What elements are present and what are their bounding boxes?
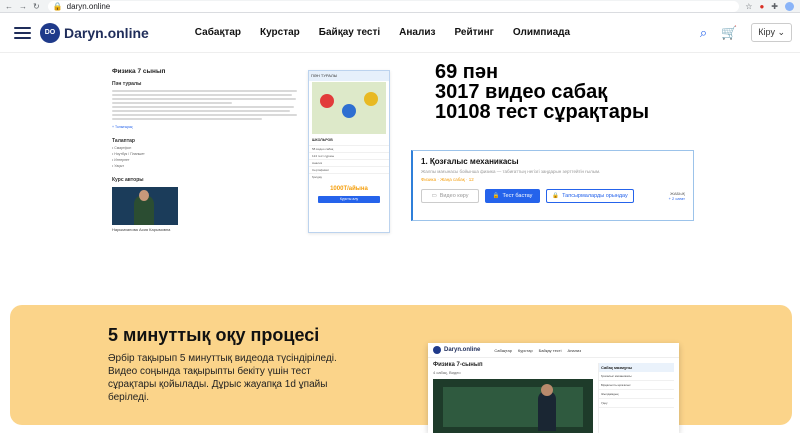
- browser-nav: ← → ↻: [0, 2, 40, 11]
- cart-icon[interactable]: 🛒: [721, 25, 737, 41]
- puzzle-icon[interactable]: ✚: [771, 2, 778, 11]
- login-button[interactable]: Кіру ⌄: [751, 23, 792, 42]
- nav-item-olympiad[interactable]: Олимпиада: [513, 27, 570, 38]
- shot-menu-item: Сабақтар: [494, 347, 512, 353]
- card-header: ПӘН ТУРАЛЫ: [309, 71, 389, 81]
- card-feature: Анализ: [309, 159, 389, 166]
- stats-block: 69 пән 3017 видео сабақ 10108 тест сұрақ…: [435, 62, 649, 122]
- url-text: daryn.online: [66, 1, 111, 11]
- card-image: [312, 82, 386, 134]
- browser-extensions: ☆ ● ✚: [739, 1, 800, 11]
- stat-subjects: 69 пән: [435, 61, 499, 83]
- buy-course-button[interactable]: Курсты алу: [318, 196, 380, 203]
- hamburger-menu-icon[interactable]: [14, 26, 31, 39]
- reload-icon[interactable]: ↻: [33, 2, 40, 11]
- card-feature: Қолдау: [309, 173, 389, 180]
- card-feature: Сертификат: [309, 166, 389, 173]
- section-title: 5 минуттық оқу процесі: [108, 325, 320, 345]
- lock-icon: 🔒: [552, 193, 560, 199]
- start-test-button[interactable]: 🔒 Тест бастау: [485, 189, 540, 203]
- requirement-item: • Уақыт: [112, 164, 125, 168]
- shot-menu: Сабақтар Курстар Байқау тесті Анализ: [494, 348, 581, 353]
- shot-sidebar-item: Қозғалыс механикасы: [599, 372, 674, 381]
- requirement-item: • Ноутбук / Планшет: [112, 152, 145, 156]
- nav-item-courses[interactable]: Курстар: [260, 27, 300, 38]
- back-icon[interactable]: ←: [5, 2, 13, 11]
- lock-icon: 🔒: [492, 193, 500, 199]
- lesson-card: 1. Қозғалыс механикасы Жалпы мағынасы бо…: [411, 150, 694, 221]
- requirements-heading: Талаптар: [112, 138, 135, 144]
- closed-status: ЖАБЫҚ + 2 сағат: [669, 191, 685, 201]
- star-icon[interactable]: ☆: [745, 2, 752, 11]
- shot-sidebar: Сабақ мазмұны Қозғалыс механикасы Бірқал…: [598, 363, 674, 433]
- card-feature: 58 видео сабақ: [309, 145, 389, 152]
- header-actions: ⌕ 🛒 Кіру ⌄: [700, 23, 800, 42]
- search-icon[interactable]: ⌕: [700, 25, 707, 41]
- learning-process-section: 5 минуттық оқу процесі Әрбір тақырып 5 м…: [10, 305, 792, 433]
- shot-menu-item: Анализ: [567, 347, 582, 353]
- lesson-title: 1. Қозғалыс механикасы: [421, 157, 519, 166]
- card-subheading: ШКОЛЬРОВ: [312, 138, 333, 142]
- logo-name: Daryn.online: [64, 24, 149, 41]
- about-heading: Пән туралы: [112, 81, 142, 87]
- teacher-photo: [112, 187, 178, 225]
- profile-avatar[interactable]: [785, 1, 794, 11]
- pinterest-icon[interactable]: ●: [759, 2, 764, 11]
- lock-icon: 🔒: [52, 1, 63, 11]
- shot-menu-item: Курстар: [517, 347, 533, 353]
- shot-header: Daryn.online Сабақтар Курстар Байқау тес…: [428, 343, 679, 358]
- browser-toolbar: ← → ↻ 🔒 daryn.online ☆ ● ✚: [0, 0, 800, 13]
- watch-video-label: Видео көру: [439, 193, 469, 199]
- video-icon: ▭: [431, 193, 437, 199]
- card-feature: 124 тест сұрағы: [309, 152, 389, 159]
- nav-item-lessons[interactable]: Сабақтар: [195, 27, 241, 38]
- price-label: 1000T/айына: [330, 186, 368, 192]
- shot-sidebar-item: Бірқалыпты қозғалыс: [599, 381, 674, 390]
- about-text: [112, 90, 297, 120]
- video-thumbnail: [433, 379, 593, 433]
- forward-icon[interactable]: →: [19, 2, 27, 11]
- more-link[interactable]: + Толығырақ: [112, 125, 297, 129]
- shot-sidebar-header: Сабақ мазмұны: [599, 363, 674, 372]
- course-card: ПӘН ТУРАЛЫ ШКОЛЬРОВ 58 видео сабақ 124 т…: [308, 70, 390, 233]
- app-screenshot: Daryn.online Сабақтар Курстар Байқау тес…: [428, 343, 679, 433]
- start-test-label: Тест бастау: [502, 193, 533, 199]
- do-tasks-button[interactable]: 🔒 Тапсырмаларды орындау: [546, 189, 634, 203]
- shot-sidebar-item: Жылдамдық: [599, 390, 674, 399]
- nav-item-trial-test[interactable]: Байқау тесті: [319, 27, 380, 38]
- lesson-meta: Физика · Жаңа сабақ · 12: [421, 177, 474, 182]
- logo-mark: DO: [40, 22, 60, 43]
- nav-item-analysis[interactable]: Анализ: [399, 27, 435, 38]
- closed-sub: + 2 сағат: [668, 196, 685, 201]
- teacher-name: Нарымханова Асия Карымовна: [112, 227, 171, 232]
- do-tasks-label: Тапсырмаларды орындау: [562, 193, 628, 199]
- lesson-actions: ▭ Видео көру 🔒 Тест бастау 🔒 Тапсырмалар…: [421, 189, 685, 203]
- stat-tests: 10108 тест сұрақтары: [435, 101, 650, 123]
- address-bar[interactable]: 🔒 daryn.online: [47, 0, 740, 12]
- course-preview: Физика 7 сынып Пән туралы + Толығырақ Та…: [112, 68, 297, 248]
- shot-menu-item: Байқау тесті: [538, 347, 562, 353]
- section-text: Әрбір тақырып 5 минуттық видеода түсінді…: [108, 353, 337, 403]
- main-nav: Сабақтар Курстар Байқау тесті Анализ Рей…: [195, 27, 570, 38]
- watch-video-button[interactable]: ▭ Видео көру: [421, 189, 479, 203]
- requirement-item: • Интернет: [112, 158, 130, 162]
- course-title: Физика 7 сынып: [112, 68, 166, 75]
- shot-logo-icon: [433, 346, 441, 354]
- site-logo[interactable]: DO Daryn.online: [40, 22, 149, 43]
- requirement-item: • Смартфон: [112, 146, 132, 150]
- shot-logo-name: Daryn.online: [444, 347, 481, 353]
- lesson-description: Жалпы мағынасы бойынша физика — табиғатт…: [421, 169, 601, 174]
- authors-heading: Курс авторы: [112, 177, 144, 183]
- shot-sidebar-item: Үдеу: [599, 399, 674, 408]
- nav-item-rating[interactable]: Рейтинг: [454, 27, 493, 38]
- site-header: DO Daryn.online Сабақтар Курстар Байқау …: [0, 13, 800, 53]
- stat-videos: 3017 видео сабақ: [435, 81, 608, 103]
